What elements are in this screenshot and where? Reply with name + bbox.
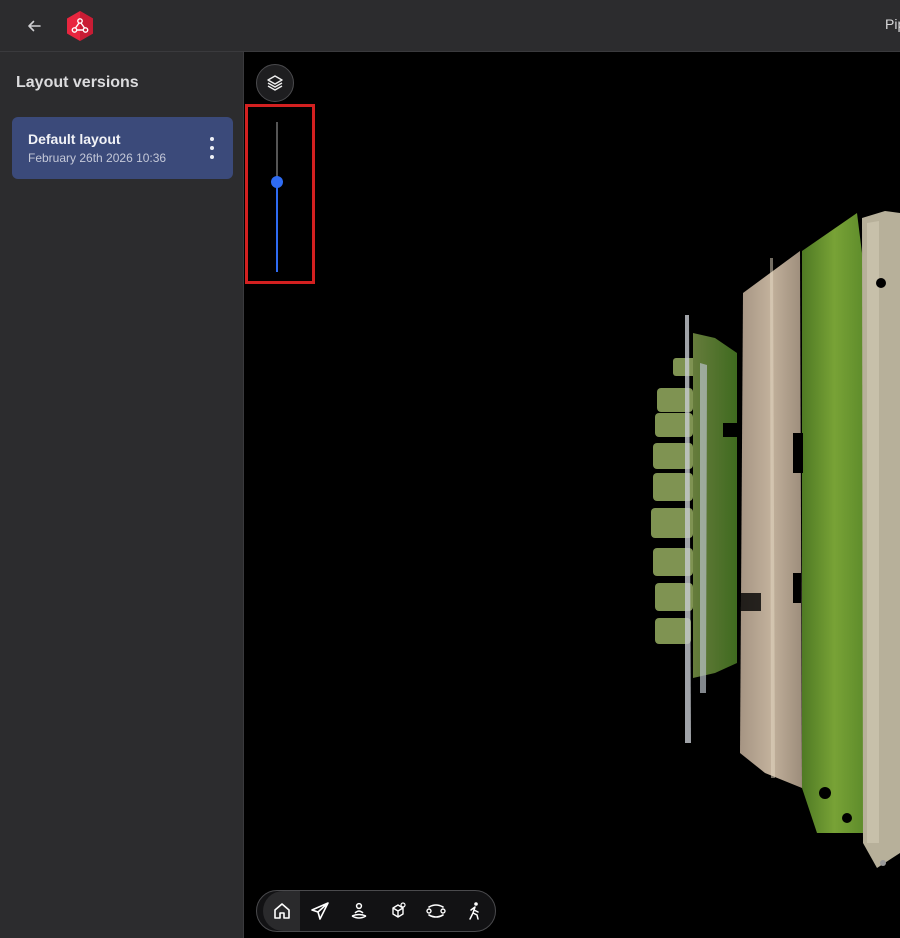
person-pin-icon <box>351 902 366 919</box>
top-bar: Pip <box>0 0 900 52</box>
layout-date: February 26th 2026 10:36 <box>28 151 167 165</box>
sidebar-title: Layout versions <box>16 74 139 91</box>
package-pin-icon <box>391 902 406 918</box>
point-cloud-scan <box>651 211 900 868</box>
object-view-button[interactable] <box>378 891 417 931</box>
orbit-path-icon <box>426 904 447 918</box>
layers-icon <box>267 75 283 91</box>
fly-mode-button[interactable] <box>300 891 339 931</box>
project-name: Pip <box>885 16 900 32</box>
layout-item-default[interactable]: Default layout February 26th 2026 10:36 <box>12 117 233 179</box>
more-vertical-icon[interactable] <box>205 137 219 159</box>
home-button[interactable] <box>263 891 301 931</box>
elevation-slider-highlight <box>245 104 315 284</box>
orbit-mode-button[interactable] <box>417 891 456 931</box>
arrow-left-icon <box>28 20 41 32</box>
navigation-toolbar <box>256 890 496 932</box>
layout-name: Default layout <box>28 131 121 147</box>
home-icon <box>273 903 290 919</box>
elevation-slider-fill <box>276 182 278 272</box>
app-logo-icon[interactable] <box>64 10 96 42</box>
layers-button[interactable] <box>256 64 294 102</box>
elevation-slider-thumb[interactable] <box>271 176 283 188</box>
back-button[interactable] <box>18 10 50 42</box>
paper-plane-icon <box>310 902 329 920</box>
3d-viewer[interactable] <box>245 53 900 938</box>
walk-icon <box>469 902 480 920</box>
sidebar: Layout versions Default layout February … <box>0 52 244 938</box>
walk-mode-button[interactable] <box>456 891 495 931</box>
person-view-button[interactable] <box>339 891 378 931</box>
